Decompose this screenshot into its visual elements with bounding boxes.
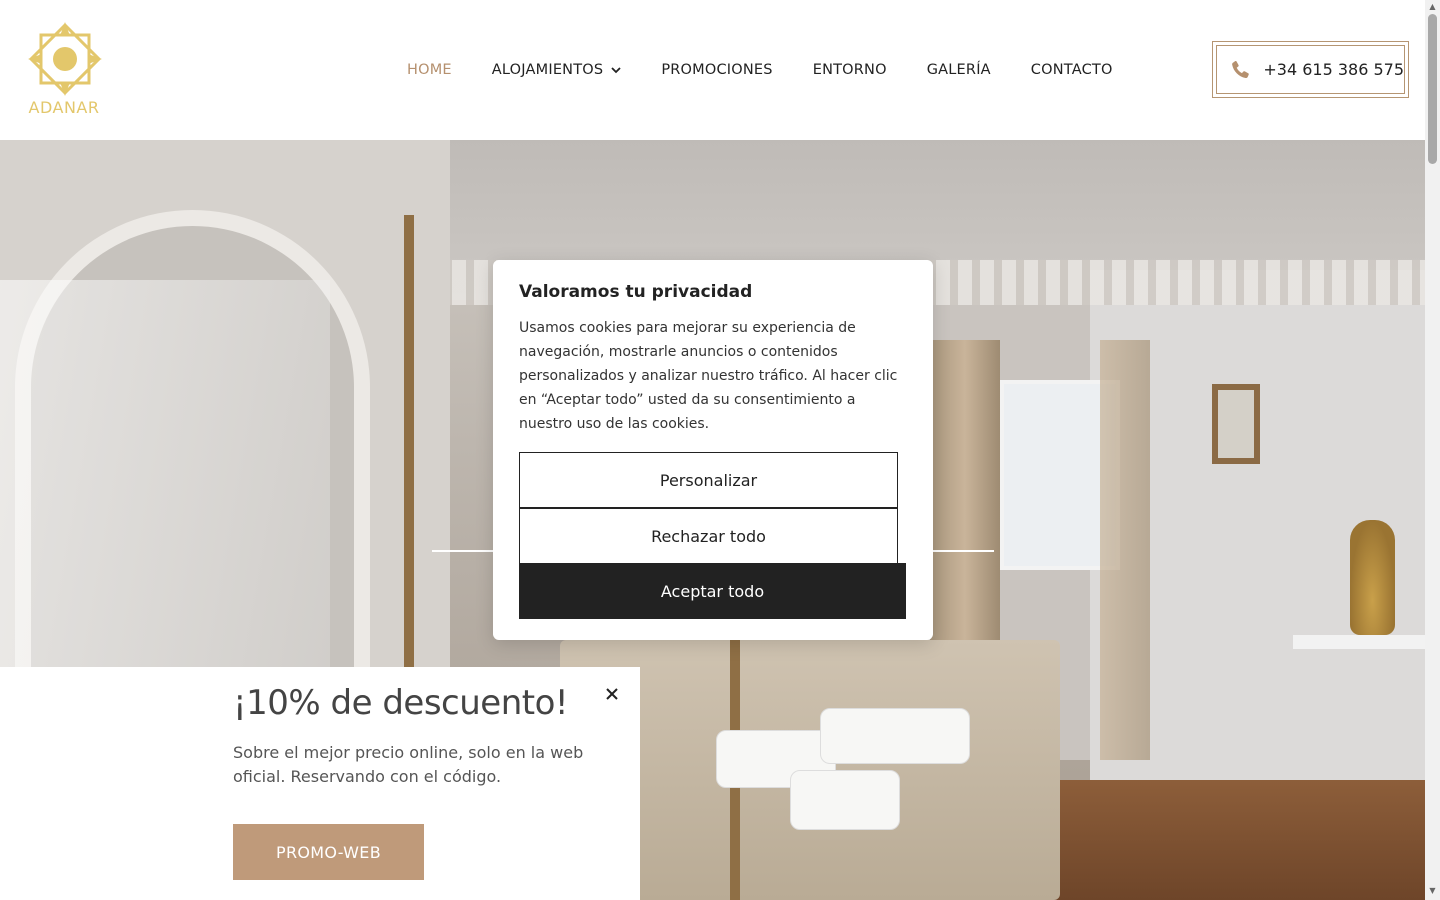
hero-floor — [1000, 780, 1425, 900]
nav-item-label: GALERÍA — [926, 62, 991, 78]
hero-drape — [1100, 340, 1150, 760]
promo-text: Sobre el mejor precio online, solo en la… — [233, 743, 584, 786]
promo-popup: ¡10% de descuento! Sobre el mejor precio… — [0, 667, 640, 900]
nav-item-label: ENTORNO — [812, 62, 887, 78]
main-nav: HOME ALOJAMIENTOS PROMOCIONES ENTORNO GA… — [407, 58, 1153, 82]
scroll-down-arrow-icon[interactable]: ▼ — [1428, 886, 1437, 895]
scroll-up-arrow-icon[interactable]: ▲ — [1428, 2, 1437, 11]
logo-text: ADANAR — [28, 98, 100, 117]
cookie-consent-dialog: Valoramos tu privacidad Usamos cookies p… — [493, 260, 933, 640]
promo-code-button[interactable]: PROMO-WEB — [233, 824, 424, 880]
hero-divider-right — [932, 550, 994, 552]
logo[interactable]: ADANAR — [24, 20, 104, 120]
cookie-title: Valoramos tu privacidad — [519, 282, 753, 302]
chevron-down-icon — [611, 67, 621, 74]
hero-picture — [1218, 390, 1254, 458]
phone-icon — [1232, 60, 1249, 78]
nav-item-home[interactable]: HOME — [407, 62, 452, 78]
nav-item-entorno[interactable]: ENTORNO — [813, 62, 887, 78]
close-icon[interactable] — [603, 685, 621, 703]
hero-towel — [820, 708, 970, 764]
customize-button[interactable]: Personalizar — [519, 452, 898, 508]
nav-item-contacto[interactable]: CONTACTO — [1031, 62, 1113, 78]
reject-all-button[interactable]: Rechazar todo — [519, 508, 898, 564]
hero-divider-left — [432, 550, 494, 552]
hero-towel — [790, 770, 900, 830]
page-scrollbar[interactable]: ▲ ▼ — [1425, 0, 1440, 900]
nav-item-label: HOME — [407, 62, 452, 78]
nav-item-promociones[interactable]: PROMOCIONES — [661, 62, 772, 78]
site-header: ADANAR HOME ALOJAMIENTOS PROMOCIONES ENT… — [0, 0, 1425, 140]
phone-button-inner: +34 615 386 575 — [1216, 45, 1405, 94]
cookie-body: Usamos cookies para mejorar su experienc… — [519, 320, 898, 432]
accept-all-button[interactable]: Aceptar todo — [519, 563, 906, 619]
nav-item-label: ALOJAMIENTOS — [491, 62, 604, 78]
scrollbar-thumb[interactable] — [1428, 14, 1437, 164]
hero-picture-frame — [1212, 384, 1260, 464]
nav-item-alojamientos[interactable]: ALOJAMIENTOS — [492, 62, 622, 78]
hero-shelf — [1293, 635, 1425, 649]
nav-item-label: CONTACTO — [1030, 62, 1113, 78]
logo-icon — [28, 22, 102, 96]
promo-title: ¡10% de descuento! — [233, 683, 569, 723]
nav-item-galeria[interactable]: GALERÍA — [927, 62, 991, 78]
hero-lamp — [1350, 520, 1395, 635]
phone-number: +34 615 386 575 — [1263, 60, 1404, 79]
nav-item-label: PROMOCIONES — [661, 62, 773, 78]
phone-button[interactable]: +34 615 386 575 — [1212, 41, 1409, 98]
